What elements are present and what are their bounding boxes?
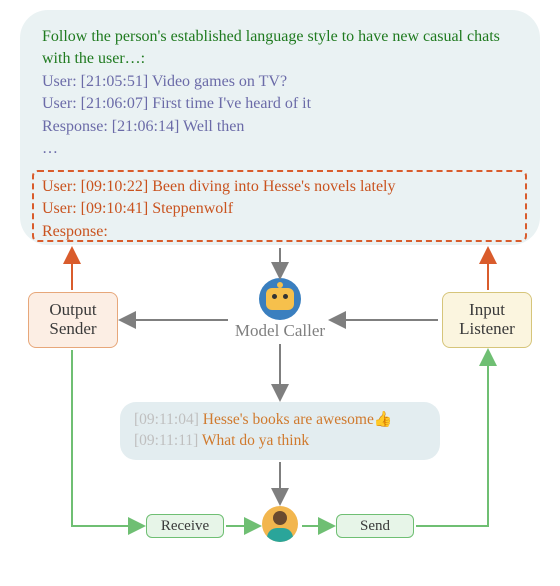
- prompt-new-line: User: [09:10:41] Steppenwolf: [42, 198, 517, 220]
- reply-line: [09:11:11] What do ya think: [134, 431, 426, 452]
- reply-text: What do ya think: [202, 432, 309, 449]
- model-reply-box: [09:11:04] Hesse's books are awesome👍 [0…: [120, 402, 440, 460]
- reply-timestamp: [09:11:11]: [134, 432, 198, 449]
- prompt-box: Follow the person's established language…: [20, 10, 540, 245]
- output-sender-label: Output Sender: [29, 301, 117, 338]
- send-text: Send: [360, 518, 390, 535]
- input-listener-label: Input Listener: [443, 301, 531, 338]
- ellipsis: …: [42, 138, 518, 160]
- input-listener-node: Input Listener: [442, 292, 532, 348]
- prompt-example-line: Response: [21:06:14] Well then: [42, 116, 518, 138]
- prompt-new-line: User: [09:10:22] Been diving into Hesse'…: [42, 176, 517, 198]
- model-caller-node: Model Caller: [232, 278, 328, 338]
- prompt-example-line: User: [21:05:51] Video games on TV?: [42, 71, 518, 93]
- robot-icon: [259, 278, 301, 320]
- prompt-new-line: Response:: [42, 221, 517, 243]
- user-avatar-icon: [262, 506, 298, 542]
- prompt-new-turn-box: User: [09:10:22] Been diving into Hesse'…: [32, 170, 527, 242]
- output-sender-node: Output Sender: [28, 292, 118, 348]
- prompt-instruction: Follow the person's established language…: [42, 26, 518, 71]
- reply-text: Hesse's books are awesome: [203, 411, 374, 428]
- prompt-example-line: User: [21:06:07] First time I've heard o…: [42, 93, 518, 115]
- model-caller-label: Model Caller: [232, 322, 328, 341]
- reply-timestamp: [09:11:04]: [134, 411, 199, 428]
- receive-text: Receive: [161, 518, 209, 535]
- receive-label: Receive: [146, 514, 224, 538]
- reply-line: [09:11:04] Hesse's books are awesome👍: [134, 410, 426, 431]
- thumbs-up-icon: 👍: [374, 412, 393, 428]
- send-label: Send: [336, 514, 414, 538]
